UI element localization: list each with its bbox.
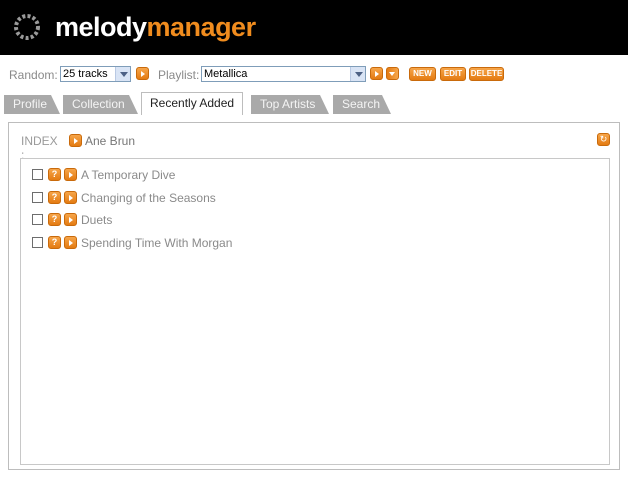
track-checkbox[interactable]: [32, 214, 43, 225]
track-title[interactable]: Spending Time With Morgan: [81, 236, 232, 250]
playlist-label: Playlist:: [158, 68, 200, 82]
delete-playlist-button[interactable]: DELETE: [469, 67, 504, 81]
play-icon[interactable]: [64, 236, 77, 249]
random-select-value: 25 tracks: [63, 68, 108, 80]
track-title[interactable]: A Temporary Dive: [81, 168, 175, 182]
track-list: ? A Temporary Dive ? Changing of the Sea…: [20, 158, 610, 465]
info-icon[interactable]: ?: [48, 236, 61, 249]
track-title[interactable]: Changing of the Seasons: [81, 191, 216, 205]
random-select[interactable]: 25 tracks: [60, 66, 131, 82]
refresh-icon[interactable]: ↻: [597, 133, 610, 146]
toolbar: Random: 25 tracks Playlist: Metallica NE…: [0, 55, 628, 93]
new-playlist-button[interactable]: NEW: [409, 67, 436, 81]
play-playlist-button[interactable]: [370, 67, 383, 80]
play-icon[interactable]: [64, 213, 77, 226]
info-icon[interactable]: ?: [48, 213, 61, 226]
tab-collection[interactable]: Collection: [63, 95, 138, 114]
index-artist[interactable]: Ane Brun: [85, 134, 135, 148]
info-icon[interactable]: ?: [48, 168, 61, 181]
playlist-options-button[interactable]: [386, 67, 399, 80]
chevron-down-icon: [115, 67, 130, 81]
playlist-select-value: Metallica: [204, 68, 248, 80]
edit-playlist-button[interactable]: EDIT: [440, 67, 466, 81]
logo-icon: [14, 14, 40, 40]
track-checkbox[interactable]: [32, 237, 43, 248]
app-logo: melodymanager: [55, 12, 256, 42]
track-title[interactable]: Duets: [81, 213, 112, 227]
recently-added-panel: INDEX : Ane Brun ↻ ? A Temporary Dive ? …: [8, 122, 620, 470]
tab-search[interactable]: Search: [333, 95, 391, 114]
playlist-select[interactable]: Metallica: [201, 66, 366, 82]
random-label: Random:: [9, 68, 58, 82]
chevron-down-icon: [350, 67, 365, 81]
tab-recently-added[interactable]: Recently Added: [141, 92, 243, 115]
play-icon[interactable]: [64, 168, 77, 181]
app-header: melodymanager: [0, 0, 628, 55]
tab-bar: Profile Collection Recently Added Top Ar…: [0, 92, 628, 115]
tab-top-artists[interactable]: Top Artists: [251, 95, 329, 114]
tab-profile[interactable]: Profile: [4, 95, 60, 114]
play-random-button[interactable]: [136, 67, 149, 80]
track-checkbox[interactable]: [32, 192, 43, 203]
track-checkbox[interactable]: [32, 169, 43, 180]
play-icon[interactable]: [64, 191, 77, 204]
info-icon[interactable]: ?: [48, 191, 61, 204]
play-artist-button[interactable]: [69, 134, 82, 147]
